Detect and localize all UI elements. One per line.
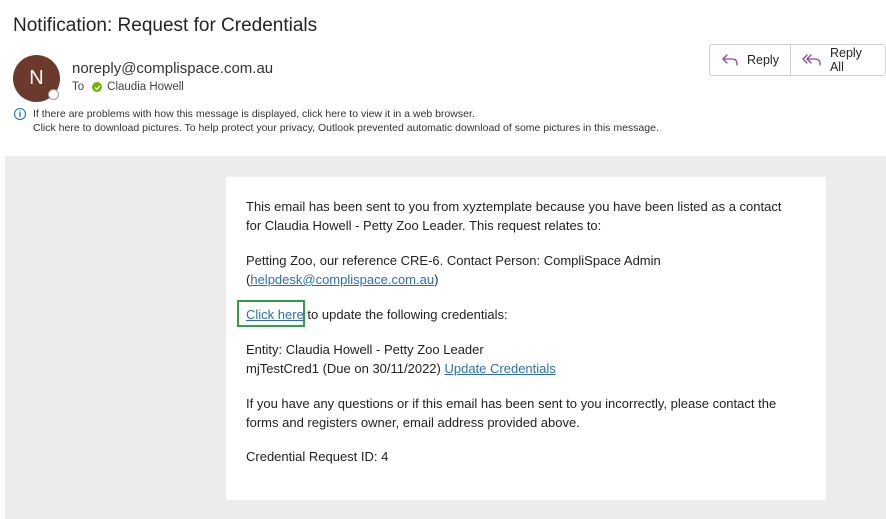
download-pictures-notice[interactable]: Click here to download pictures. To help… [33, 121, 659, 135]
questions-paragraph: If you have any questions or if this ema… [246, 394, 776, 432]
reply-all-label: Reply All [829, 46, 862, 74]
info-icon: i [14, 108, 26, 120]
intro-paragraph: This email has been sent to you from xyz… [246, 197, 781, 235]
intro-line-1: This email has been sent to you from xyz… [246, 199, 782, 214]
credential-request-id: Credential Request ID: 4 [246, 449, 389, 464]
intro-line-2: for Claudia Howell - Petty Zoo Leader. T… [246, 218, 602, 233]
reference-line: Petting Zoo, our reference CRE-6. Contac… [246, 253, 661, 268]
available-check-icon [92, 82, 103, 92]
reply-arrow-icon [721, 53, 739, 67]
recipient-name[interactable]: Claudia Howell [107, 81, 184, 93]
reply-button[interactable]: Reply [710, 45, 790, 75]
sender-address[interactable]: noreply@complispace.com.au [72, 60, 273, 77]
questions-line-2: forms and registers owner, email address… [246, 415, 580, 430]
reference-paragraph: Petting Zoo, our reference CRE-6. Contac… [246, 251, 661, 289]
entity-line: Entity: Claudia Howell - Petty Zoo Leade… [246, 342, 484, 357]
recipient-row: To Claudia Howell [72, 81, 184, 93]
presence-status-icon [48, 89, 59, 100]
questions-line-1: If you have any questions or if this ema… [246, 396, 777, 411]
update-instruction-text: to update the following credentials: [303, 307, 508, 322]
credential-due-text: mjTestCred1 (Due on 30/11/2022) [246, 361, 445, 376]
reply-actions: Reply Reply All [709, 44, 886, 76]
email-subject: Notification: Request for Credentials [13, 15, 318, 36]
reply-all-button[interactable]: Reply All [789, 45, 885, 75]
credential-line: mjTestCred1 (Due on 30/11/2022) Update C… [246, 359, 556, 378]
close-paren: ) [434, 272, 439, 287]
to-label: To [72, 81, 85, 93]
update-credentials-link[interactable]: Update Credentials [444, 361, 555, 376]
click-here-highlight-box [237, 300, 305, 327]
avatar-initial: N [29, 67, 44, 89]
reply-label: Reply [747, 53, 779, 67]
credentials-paragraph: Entity: Claudia Howell - Petty Zoo Leade… [246, 340, 556, 378]
view-in-browser-notice[interactable]: If there are problems with how this mess… [33, 107, 475, 121]
contact-email-line: (helpdesk@complispace.com.au) [246, 270, 661, 289]
helpdesk-email-link[interactable]: helpdesk@complispace.com.au [250, 272, 434, 287]
reply-all-arrows-icon [802, 53, 822, 67]
